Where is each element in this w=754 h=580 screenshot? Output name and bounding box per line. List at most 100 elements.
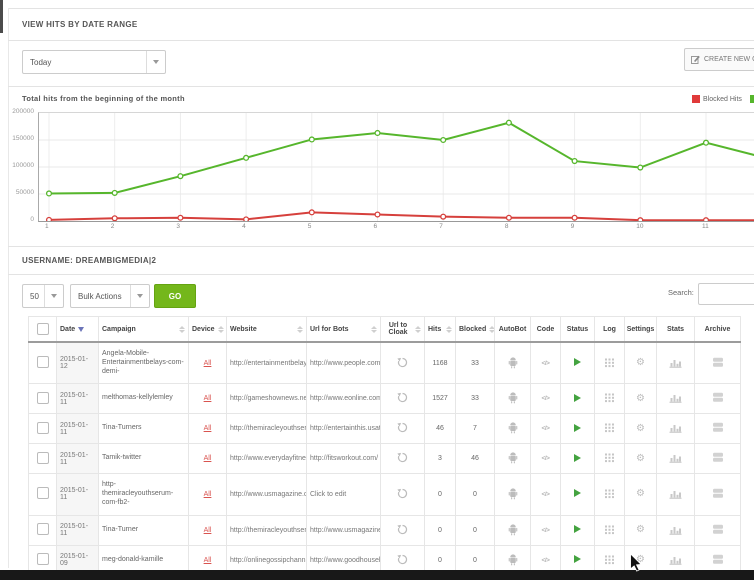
gear-icon[interactable]: ⚙ xyxy=(636,453,645,464)
refresh-icon[interactable] xyxy=(397,363,408,370)
stats-icon[interactable] xyxy=(669,494,682,501)
log-icon[interactable] xyxy=(604,494,615,501)
gear-icon[interactable]: ⚙ xyxy=(636,423,645,434)
play-icon[interactable] xyxy=(574,361,581,368)
code-icon[interactable]: </> xyxy=(542,395,550,402)
search-input[interactable] xyxy=(698,283,754,305)
device-link[interactable]: All xyxy=(204,360,212,367)
column-header-website[interactable]: Website xyxy=(227,317,307,343)
log-icon[interactable] xyxy=(604,363,615,370)
website-url[interactable]: http://onlinegossipchann... xyxy=(230,557,307,564)
log-icon[interactable] xyxy=(604,458,615,465)
log-icon[interactable] xyxy=(604,398,615,405)
url-for-bots[interactable]: http://www.goodhouseke... xyxy=(310,557,381,564)
play-icon[interactable] xyxy=(574,397,581,404)
gear-icon[interactable]: ⚙ xyxy=(636,357,645,368)
log-icon[interactable] xyxy=(604,428,615,435)
bulk-actions-select[interactable]: Bulk Actions xyxy=(70,284,150,308)
column-header-url-to-cloak[interactable]: Url to Cloak xyxy=(381,317,425,343)
column-header-blocked[interactable]: Blocked xyxy=(456,317,495,343)
create-campaign-button[interactable]: CREATE NEW CAMPAIGN xyxy=(684,48,754,71)
refresh-icon[interactable] xyxy=(397,530,408,537)
go-button[interactable]: GO xyxy=(154,284,196,308)
column-header-device[interactable]: Device xyxy=(189,317,227,343)
url-for-bots[interactable]: http://www.people.com/ar... xyxy=(310,360,381,367)
code-icon[interactable]: </> xyxy=(542,425,550,432)
archive-icon[interactable] xyxy=(712,560,724,567)
code-icon[interactable]: </> xyxy=(542,455,550,462)
archive-icon[interactable] xyxy=(712,494,724,501)
date-range-select[interactable]: Today xyxy=(22,50,166,74)
row-checkbox[interactable] xyxy=(37,392,49,404)
archive-icon[interactable] xyxy=(712,530,724,537)
archive-icon[interactable] xyxy=(712,428,724,435)
device-link[interactable]: All xyxy=(204,455,212,462)
device-link[interactable]: All xyxy=(204,557,212,564)
stats-icon[interactable] xyxy=(669,363,682,370)
row-checkbox[interactable] xyxy=(37,487,49,499)
play-icon[interactable] xyxy=(574,427,581,434)
refresh-icon[interactable] xyxy=(397,458,408,465)
website-url[interactable]: http://themiracleyouthser... xyxy=(230,527,307,534)
column-header-url-for-bots[interactable]: Url for Bots xyxy=(307,317,381,343)
row-hits: 46 xyxy=(425,414,456,444)
play-icon[interactable] xyxy=(574,457,581,464)
row-checkbox[interactable] xyxy=(37,523,49,535)
play-icon[interactable] xyxy=(574,558,581,565)
page-size-select[interactable]: 50 xyxy=(22,284,64,308)
android-icon[interactable] xyxy=(507,364,519,371)
refresh-icon[interactable] xyxy=(397,398,408,405)
website-url[interactable]: http://entertainmentbelays... xyxy=(230,360,307,367)
device-link[interactable]: All xyxy=(204,491,212,498)
select-all-checkbox[interactable] xyxy=(37,323,49,335)
android-icon[interactable] xyxy=(507,399,519,406)
archive-icon[interactable] xyxy=(712,363,724,370)
refresh-icon[interactable] xyxy=(397,560,408,567)
refresh-icon[interactable] xyxy=(397,494,408,501)
android-icon[interactable] xyxy=(507,531,519,538)
android-icon[interactable] xyxy=(507,459,519,466)
gear-icon[interactable]: ⚙ xyxy=(636,393,645,404)
website-url[interactable]: http://www.usmagazine.c... xyxy=(230,491,307,498)
log-icon[interactable] xyxy=(604,560,615,567)
url-for-bots[interactable]: Click to edit xyxy=(310,491,346,498)
website-url[interactable]: http://themiracleyouthser... xyxy=(230,425,307,432)
code-icon[interactable]: </> xyxy=(542,360,550,367)
code-icon[interactable]: </> xyxy=(542,527,550,534)
column-header-date[interactable]: Date xyxy=(57,317,99,343)
url-for-bots[interactable]: http://entertainthis.usatod... xyxy=(310,425,381,432)
gear-icon[interactable]: ⚙ xyxy=(636,488,645,499)
url-for-bots[interactable]: http://www.eonline.com/e... xyxy=(310,395,381,402)
gear-icon[interactable]: ⚙ xyxy=(636,524,645,535)
row-checkbox[interactable] xyxy=(37,452,49,464)
stats-icon[interactable] xyxy=(669,398,682,405)
stats-icon[interactable] xyxy=(669,458,682,465)
android-icon[interactable] xyxy=(507,561,519,568)
code-icon[interactable]: </> xyxy=(542,491,550,498)
row-checkbox[interactable] xyxy=(37,422,49,434)
android-icon[interactable] xyxy=(507,495,519,502)
archive-icon[interactable] xyxy=(712,458,724,465)
select-all-header[interactable] xyxy=(29,317,57,343)
stats-icon[interactable] xyxy=(669,530,682,537)
android-icon[interactable] xyxy=(507,429,519,436)
row-checkbox[interactable] xyxy=(37,553,49,565)
code-icon[interactable]: </> xyxy=(542,557,550,564)
archive-icon[interactable] xyxy=(712,398,724,405)
website-url[interactable]: http://www.everydayfitnes... xyxy=(230,455,307,462)
column-header-campaign[interactable]: Campaign xyxy=(99,317,189,343)
row-checkbox[interactable] xyxy=(37,356,49,368)
stats-icon[interactable] xyxy=(669,560,682,567)
url-for-bots[interactable]: http://www.usmagazine.c... xyxy=(310,527,381,534)
stats-icon[interactable] xyxy=(669,428,682,435)
refresh-icon[interactable] xyxy=(397,428,408,435)
website-url[interactable]: http://gameshownews.net xyxy=(230,395,307,402)
play-icon[interactable] xyxy=(574,492,581,499)
url-for-bots[interactable]: http://fitsworkout.com/ xyxy=(310,455,378,462)
log-icon[interactable] xyxy=(604,530,615,537)
device-link[interactable]: All xyxy=(204,527,212,534)
device-link[interactable]: All xyxy=(204,425,212,432)
play-icon[interactable] xyxy=(574,528,581,535)
device-link[interactable]: All xyxy=(204,395,212,402)
column-header-hits[interactable]: Hits xyxy=(425,317,456,343)
